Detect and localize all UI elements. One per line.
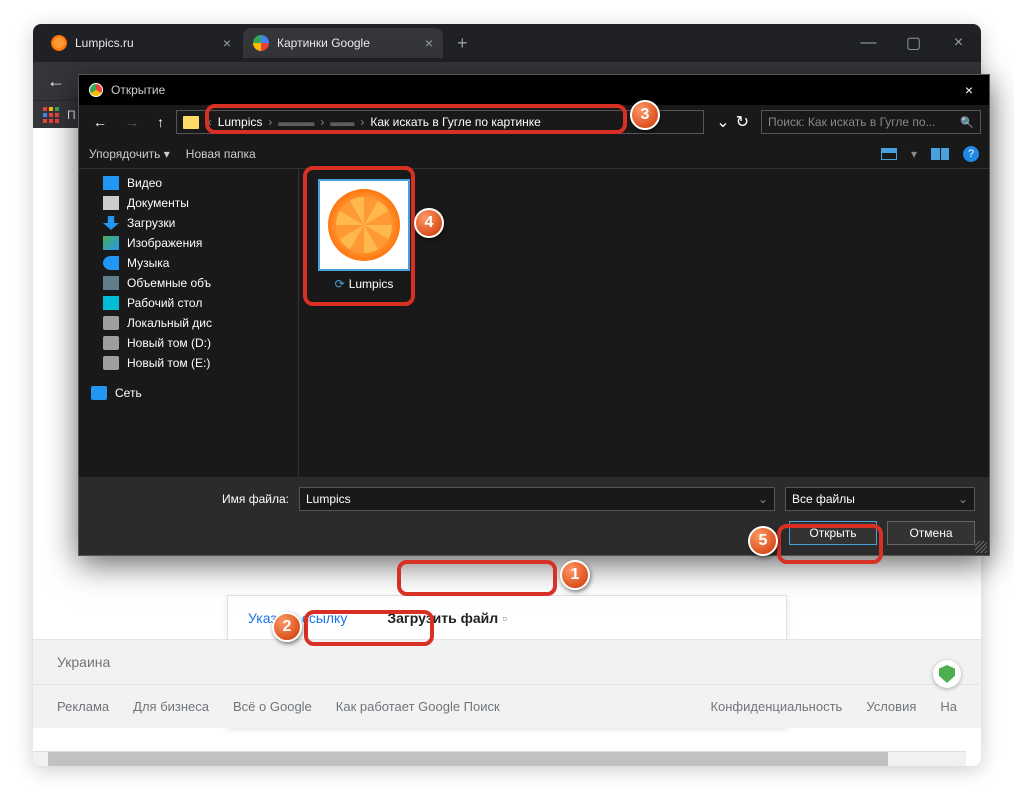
- link-about[interactable]: Всё о Google: [233, 699, 312, 714]
- file-name: ⟳Lumpics: [309, 277, 419, 291]
- sidebar-item-music[interactable]: Музыка: [79, 253, 298, 273]
- sidebar-item-local-disk[interactable]: Локальный дис: [79, 313, 298, 333]
- sidebar-item-network[interactable]: Сеть: [79, 383, 298, 403]
- tab-bar: Lumpics.ru × Картинки Google × + — ▢ ×: [33, 24, 981, 62]
- link-how[interactable]: Как работает Google Поиск: [336, 699, 500, 714]
- breadcrumb-root[interactable]: Lumpics: [218, 115, 263, 129]
- marker-1: 1: [560, 560, 590, 590]
- window-controls: — ▢ ×: [846, 24, 981, 62]
- link-business[interactable]: Для бизнеса: [133, 699, 209, 714]
- file-list[interactable]: ⟳Lumpics: [299, 169, 989, 477]
- favicon-icon: [253, 35, 269, 51]
- sidebar-item-documents[interactable]: Документы: [79, 193, 298, 213]
- sidebar-item-drive-d[interactable]: Новый том (D:): [79, 333, 298, 353]
- google-page: Указать ссылку Загрузить файл ▫ Выберите…: [33, 595, 981, 728]
- file-thumbnail: [318, 179, 410, 271]
- google-footer: Украина Реклама Для бизнеса Всё о Google…: [33, 639, 981, 728]
- dialog-close-button[interactable]: ×: [959, 82, 979, 98]
- sync-icon: ⟳: [335, 277, 345, 291]
- nav-forward-button[interactable]: →: [119, 114, 145, 130]
- resize-grip[interactable]: [975, 541, 987, 553]
- bookmark-label[interactable]: П: [67, 108, 76, 122]
- marker-5: 5: [748, 526, 778, 556]
- sidebar: Видео Документы Загрузки Изображения Муз…: [79, 169, 299, 477]
- organize-menu[interactable]: Упорядочить ▾: [89, 147, 170, 161]
- chevron-down-icon[interactable]: ⌄: [716, 112, 729, 132]
- dialog-nav: ← → ↑ « Lumpics › ▬▬▬ › ▬▬ › Как искать …: [79, 105, 989, 139]
- close-icon[interactable]: ×: [425, 35, 433, 51]
- orange-logo-icon: [328, 189, 400, 261]
- apps-icon[interactable]: [43, 107, 59, 123]
- search-input[interactable]: Поиск: Как искать в Гугле по...: [761, 110, 981, 134]
- download-icon: [103, 216, 119, 230]
- nav-back-button[interactable]: ←: [87, 114, 113, 130]
- disk-icon: [103, 316, 119, 330]
- link-ads[interactable]: Реклама: [57, 699, 109, 714]
- help-icon[interactable]: ?: [963, 146, 979, 162]
- tab-upload-label: Загрузить файл: [387, 610, 498, 626]
- video-icon: [103, 176, 119, 190]
- chrome-icon: [89, 83, 103, 97]
- back-button[interactable]: ←: [43, 67, 69, 96]
- new-tab-button[interactable]: +: [445, 33, 480, 54]
- tab-title: Картинки Google: [277, 36, 370, 50]
- tab-upload-file[interactable]: Загрузить файл ▫: [367, 596, 527, 643]
- disk-icon: [103, 336, 119, 350]
- network-icon: [91, 386, 107, 400]
- filename-label: Имя файла:: [93, 492, 289, 506]
- minimize-button[interactable]: —: [846, 24, 891, 62]
- footer-country: Украина: [33, 639, 981, 684]
- file-item[interactable]: ⟳Lumpics: [309, 179, 419, 291]
- link-privacy[interactable]: Конфиденциальность: [710, 699, 842, 714]
- sidebar-item-desktop[interactable]: Рабочий стол: [79, 293, 298, 313]
- close-icon[interactable]: ×: [223, 35, 231, 51]
- horizontal-scrollbar[interactable]: [33, 751, 966, 766]
- image-icon: [103, 236, 119, 250]
- dialog-body: Видео Документы Загрузки Изображения Муз…: [79, 169, 989, 477]
- upload-tabs: Указать ссылку Загрузить файл ▫: [228, 596, 786, 644]
- marker-4: 4: [414, 208, 444, 238]
- dialog-footer: Имя файла: Lumpics⌄ Все файлы⌄ Открыть О…: [79, 477, 989, 555]
- sidebar-item-drive-e[interactable]: Новый том (E:): [79, 353, 298, 373]
- filename-input[interactable]: Lumpics⌄: [299, 487, 775, 511]
- tab-lumpics[interactable]: Lumpics.ru ×: [41, 28, 241, 58]
- sidebar-item-3d[interactable]: Объемные объ: [79, 273, 298, 293]
- favicon-icon: [51, 35, 67, 51]
- refresh-button[interactable]: ↻: [736, 112, 749, 132]
- document-icon: [103, 196, 119, 210]
- music-icon: [103, 256, 119, 270]
- shield-icon[interactable]: [933, 660, 961, 688]
- cancel-button[interactable]: Отмена: [887, 521, 975, 545]
- desktop-icon: [103, 296, 119, 310]
- sidebar-item-images[interactable]: Изображения: [79, 233, 298, 253]
- open-button[interactable]: Открыть: [789, 521, 877, 545]
- dialog-titlebar: Открытие ×: [79, 75, 989, 105]
- folder-icon: [183, 116, 199, 129]
- maximize-button[interactable]: ▢: [891, 24, 936, 62]
- new-folder-button[interactable]: Новая папка: [186, 147, 256, 161]
- link-terms[interactable]: Условия: [866, 699, 916, 714]
- dialog-title: Открытие: [111, 83, 165, 97]
- nav-up-button[interactable]: ↑: [151, 114, 170, 130]
- link-settings[interactable]: На: [940, 699, 957, 714]
- cube-icon: [103, 276, 119, 290]
- close-button[interactable]: ×: [936, 24, 981, 62]
- sidebar-item-downloads[interactable]: Загрузки: [79, 213, 298, 233]
- view-icon[interactable]: [881, 148, 897, 160]
- marker-3: 3: [630, 100, 660, 130]
- sidebar-item-video[interactable]: Видео: [79, 173, 298, 193]
- tab-google-images[interactable]: Картинки Google ×: [243, 28, 443, 58]
- marker-2: 2: [272, 612, 302, 642]
- disk-icon: [103, 356, 119, 370]
- dialog-toolbar: Упорядочить ▾ Новая папка ▾ ?: [79, 139, 989, 169]
- filetype-select[interactable]: Все файлы⌄: [785, 487, 975, 511]
- tab-title: Lumpics.ru: [75, 36, 134, 50]
- file-open-dialog: Открытие × ← → ↑ « Lumpics › ▬▬▬ › ▬▬ › …: [78, 74, 990, 556]
- breadcrumb[interactable]: « Lumpics › ▬▬▬ › ▬▬ › Как искать в Гугл…: [176, 110, 704, 134]
- pane-icon[interactable]: [931, 148, 949, 160]
- breadcrumb-folder[interactable]: Как искать в Гугле по картинке: [370, 115, 540, 129]
- footer-links: Реклама Для бизнеса Всё о Google Как раб…: [33, 684, 981, 728]
